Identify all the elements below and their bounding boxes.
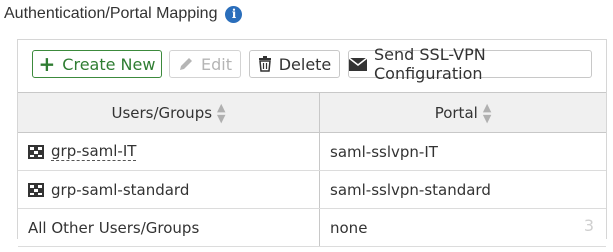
portal-cell: saml-sslvpn-standard — [330, 180, 491, 199]
create-new-button[interactable]: + Create New — [32, 50, 162, 78]
delete-label: Delete — [278, 54, 332, 74]
group-icon — [28, 144, 44, 159]
send-ssl-vpn-config-button[interactable]: Send SSL-VPN Configuration — [348, 45, 592, 83]
trash-icon — [258, 56, 272, 72]
row-count: 3 — [583, 216, 594, 235]
table-row[interactable]: grp-saml-standard saml-sslvpn-standard — [18, 171, 606, 209]
pencil-icon — [178, 56, 194, 72]
users-groups-cell: grp-saml-IT — [18, 133, 320, 170]
envelope-icon — [349, 57, 367, 71]
toolbar: + Create New Edit Delete Send SSL-VPN Co… — [18, 40, 606, 92]
group-name: grp-saml-standard — [51, 180, 190, 199]
portal-cell: none — [330, 218, 368, 237]
group-icon — [28, 182, 44, 197]
send-label: Send SSL-VPN Configuration — [374, 45, 486, 83]
portal-cell: saml-sslvpn-IT — [330, 142, 438, 161]
sort-icon: ▲ ▼ — [217, 100, 226, 125]
mapping-table: Users/Groups ▲ ▼ Portal ▲ ▼ grp-saml-IT sa… — [18, 92, 606, 247]
section-title: Authentication/Portal Mapping — [4, 5, 218, 22]
table-row[interactable]: All Other Users/Groups none — [18, 209, 606, 247]
column-header-users-groups[interactable]: Users/Groups ▲ ▼ — [18, 93, 320, 132]
users-groups-cell: grp-saml-standard — [18, 171, 320, 208]
create-new-label: Create New — [62, 54, 156, 74]
sort-icon: ▲ ▼ — [482, 100, 492, 125]
table-header: Users/Groups ▲ ▼ Portal ▲ ▼ — [18, 93, 606, 133]
mapping-panel: + Create New Edit Delete Send SSL-VPN Co… — [17, 39, 607, 247]
table-row[interactable]: grp-saml-IT saml-sslvpn-IT — [18, 133, 606, 171]
edit-button[interactable]: Edit — [169, 50, 241, 78]
delete-button[interactable]: Delete — [249, 50, 340, 78]
group-name[interactable]: grp-saml-IT — [51, 142, 137, 161]
edit-label: Edit — [201, 54, 232, 74]
users-groups-cell: All Other Users/Groups — [18, 209, 320, 246]
section-header: Authentication/Portal Mapping i — [4, 5, 243, 23]
plus-icon: + — [38, 52, 56, 76]
column-header-portal[interactable]: Portal ▲ ▼ — [320, 93, 606, 132]
info-icon[interactable]: i — [225, 5, 243, 23]
